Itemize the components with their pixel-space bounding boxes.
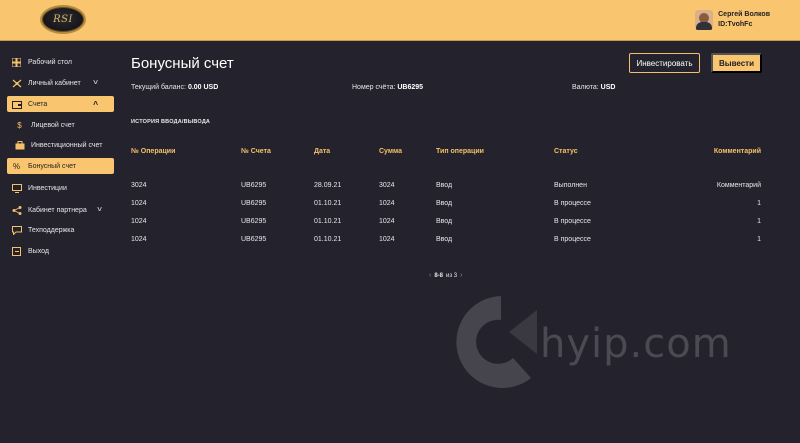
- user-id: ID:TvohFc: [718, 21, 753, 28]
- percent-icon: %: [12, 161, 21, 171]
- briefcase-icon: [14, 140, 25, 150]
- monitor-icon: [11, 183, 22, 193]
- sidebar-item-label: Рабочий стол: [28, 58, 72, 66]
- sidebar-item-label: Счета: [28, 100, 48, 108]
- sidebar-item-investment-account[interactable]: Инвестиционный счет: [7, 137, 114, 153]
- column-header-status[interactable]: Статус: [554, 148, 578, 155]
- sidebar-item-label: Инвестиционный счет: [31, 141, 103, 149]
- sidebar-item-label: Инвестиции: [28, 184, 67, 192]
- sidebar-item-personal-account[interactable]: $ Лицевой счет: [7, 117, 114, 133]
- cell-account: UB6295: [241, 200, 267, 207]
- cell-account: UB6295: [241, 218, 267, 225]
- balance-label: Текущий баланс:: [131, 84, 186, 91]
- sidebar-item-bonus-account[interactable]: % Бонусный счет: [7, 158, 114, 174]
- top-bar: RSI Сергей Волков ID:TvohFc: [0, 0, 800, 41]
- cell-type: Ввод: [436, 182, 453, 189]
- balance-value: 0.00 USD: [187, 84, 219, 91]
- cell-status: В процессе: [554, 236, 591, 243]
- cell-amount: 1024: [379, 236, 395, 243]
- chevron-right-icon[interactable]: ›: [460, 272, 462, 279]
- logo-text: RSI: [53, 14, 73, 25]
- column-header-amount[interactable]: Сумма: [379, 148, 402, 155]
- logo[interactable]: RSI: [40, 5, 86, 34]
- pagination-total: из 3: [446, 272, 458, 279]
- balance-info: Текущий баланс: 0.00 USD: [131, 84, 218, 91]
- chevron-down-icon[interactable]: ∨: [96, 205, 103, 213]
- avatar[interactable]: [695, 10, 714, 30]
- account-label: Номер счёта:: [352, 84, 396, 91]
- watermark-text: hyip.com: [540, 321, 732, 367]
- cell-comment: 1: [757, 218, 761, 225]
- sidebar-item-label: Бонусный счет: [28, 162, 76, 170]
- page-title: Бонусный счет: [131, 55, 234, 72]
- column-header-type[interactable]: Тип операции: [436, 148, 484, 155]
- cell-operation: 1024: [131, 200, 147, 207]
- column-header-operation[interactable]: № Операции: [131, 148, 175, 155]
- cell-comment: 1: [757, 236, 761, 243]
- cell-amount: 3024: [379, 182, 395, 189]
- cell-date: 01.10.21: [314, 218, 342, 225]
- cell-amount: 1024: [379, 218, 395, 225]
- sidebar-item-dashboard[interactable]: Рабочий стол: [7, 54, 114, 70]
- sidebar-item-label: Кабинет партнера: [28, 206, 87, 214]
- cell-operation: 1024: [131, 218, 147, 225]
- sidebar-item-accounts[interactable]: Счета ∧: [7, 96, 114, 112]
- cell-comment: Комментарий: [716, 182, 761, 189]
- currency-info: Валюта: USD: [572, 84, 615, 91]
- watermark-logo-icon: [456, 296, 537, 388]
- sidebar-item-label: Техподдержка: [28, 226, 75, 234]
- cell-status: В процессе: [554, 200, 591, 207]
- sidebar-item-investments[interactable]: Инвестиции: [7, 180, 114, 196]
- currency-label: Валюта:: [572, 84, 599, 91]
- logout-icon: [11, 246, 22, 256]
- cell-date: 01.10.21: [314, 200, 342, 207]
- withdraw-button[interactable]: Вывести: [711, 53, 762, 73]
- chevron-down-icon[interactable]: ∨: [92, 78, 99, 86]
- column-header-comment[interactable]: Комментарий: [714, 148, 761, 155]
- chevron-up-icon[interactable]: ∧: [92, 99, 99, 107]
- sidebar-item-label: Личный кабинет: [28, 79, 81, 87]
- cell-account: UB6295: [241, 236, 267, 243]
- sidebar-item-label: Лицевой счет: [31, 121, 75, 129]
- cell-date: 28.09.21: [314, 182, 342, 189]
- dollar-icon: $: [17, 120, 22, 130]
- sidebar-item-label: Выход: [28, 247, 49, 255]
- sidebar: Рабочий стол Личный кабинет ∨ Счета ∧ $ …: [0, 41, 120, 443]
- column-header-account[interactable]: № Счета: [241, 148, 271, 155]
- sidebar-item-cabinet[interactable]: Личный кабинет ∨: [7, 75, 114, 91]
- sidebar-item-support[interactable]: Техподдержка: [7, 222, 114, 238]
- column-header-date[interactable]: Дата: [314, 148, 330, 155]
- sidebar-item-partner[interactable]: Кабинет партнера ∨: [7, 202, 114, 218]
- cell-operation: 3024: [131, 182, 147, 189]
- network-icon: [11, 205, 22, 215]
- pagination: ‹ 8-8 из 3 ›: [426, 272, 465, 279]
- cell-account: UB6295: [241, 182, 267, 189]
- currency-value: USD: [600, 84, 616, 91]
- cell-type: Ввод: [436, 200, 453, 207]
- user-cabinet-icon: [11, 78, 22, 88]
- chat-icon: [11, 225, 22, 235]
- cell-comment: 1: [757, 200, 761, 207]
- cell-type: Ввод: [436, 236, 453, 243]
- account-value: UB6295: [397, 84, 424, 91]
- user-name: Сергей Волков: [718, 11, 770, 18]
- history-title: ИСТОРИЯ ВВОДА/ВЫВОДА: [131, 119, 211, 125]
- pagination-range: 8-8: [434, 272, 444, 279]
- invest-button[interactable]: Инвестировать: [629, 53, 700, 73]
- wallet-icon: [11, 99, 22, 109]
- chevron-left-icon[interactable]: ‹: [429, 272, 431, 279]
- cell-amount: 1024: [379, 200, 395, 207]
- grid-icon: [11, 57, 22, 67]
- sidebar-item-logout[interactable]: Выход: [7, 243, 114, 259]
- cell-type: Ввод: [436, 218, 453, 225]
- cell-operation: 1024: [131, 236, 147, 243]
- cell-date: 01.10.21: [314, 236, 342, 243]
- cell-status: Выполнен: [554, 182, 587, 189]
- cell-status: В процессе: [554, 218, 591, 225]
- user-profile[interactable]: Сергей Волков ID:TvohFc: [695, 10, 770, 30]
- account-info: Номер счёта: UB6295: [352, 84, 423, 91]
